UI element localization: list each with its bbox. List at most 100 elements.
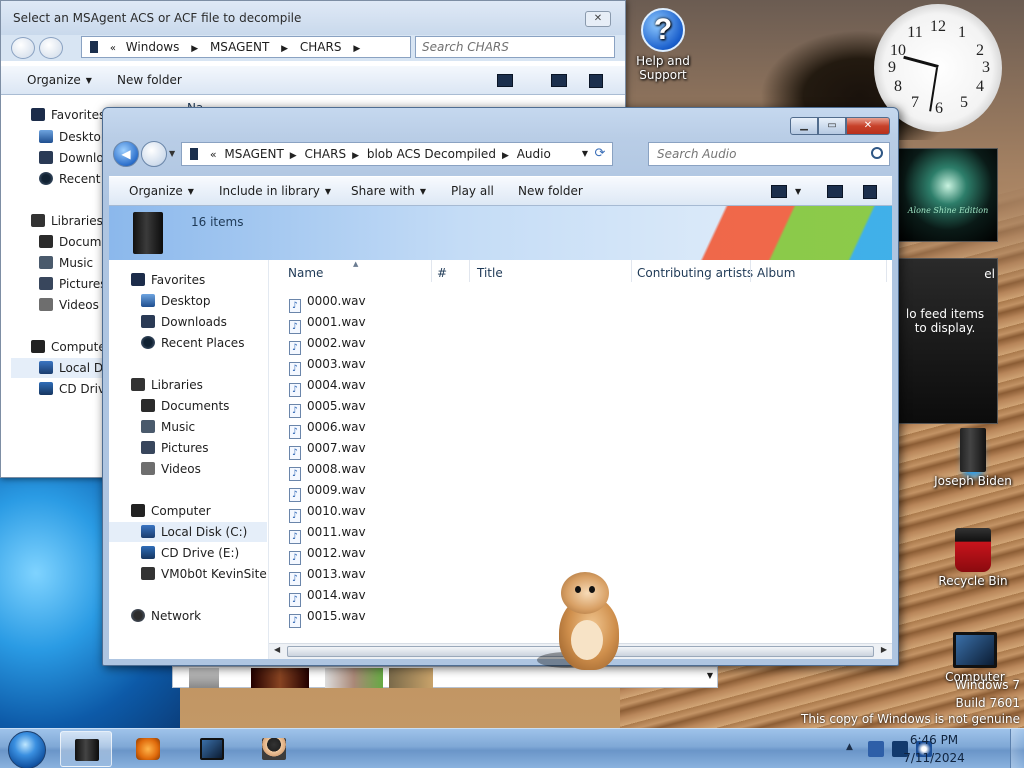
feed-headlines-gadget[interactable]: el lo feed items to display.	[882, 258, 998, 424]
file-row[interactable]: ♪ 0003.wav	[289, 354, 366, 376]
nav-pictures[interactable]: Pictures	[141, 438, 209, 458]
scroll-left-icon[interactable]: ◀	[274, 645, 280, 654]
column-divider[interactable]	[631, 260, 632, 282]
dialog-crumb[interactable]: CHARS	[300, 40, 342, 54]
thumbnail[interactable]	[189, 668, 219, 688]
nav-recent-places[interactable]: Recent Places	[141, 333, 244, 353]
change-view-icon[interactable]	[771, 185, 787, 198]
file-row[interactable]: ♪ 0007.wav	[289, 438, 366, 460]
view-icon[interactable]	[497, 74, 513, 87]
thumbnail[interactable]	[389, 668, 433, 688]
nav-libraries[interactable]: Libraries	[131, 375, 203, 395]
column-divider[interactable]	[750, 260, 751, 282]
crumb-msagent[interactable]: MSAGENT	[224, 147, 283, 161]
crumb-overflow-icon[interactable]: «	[210, 148, 217, 161]
taskbar-media-player-button[interactable]	[122, 731, 174, 767]
file-row[interactable]: ♪ 0012.wav	[289, 543, 366, 565]
view-options-dropdown-icon[interactable]: ▼	[795, 187, 801, 196]
nav-network[interactable]: Network	[131, 606, 201, 626]
column-header-name[interactable]: Name	[288, 266, 323, 280]
close-button[interactable]: ✕	[846, 117, 890, 135]
search-input[interactable]	[657, 146, 857, 162]
refresh-icon[interactable]: ⟳	[592, 146, 608, 162]
nav-cd-drive[interactable]: CD Drive (E:)	[141, 543, 239, 563]
address-dropdown-icon[interactable]: ▼	[582, 143, 588, 165]
dialog-nav-downloads[interactable]: Downlo	[39, 148, 104, 168]
scroll-down-icon[interactable]: ▼	[707, 671, 713, 680]
file-row[interactable]: ♪ 0011.wav	[289, 522, 366, 544]
maximize-button[interactable]: ▭	[818, 117, 846, 135]
nav-music[interactable]: Music	[141, 417, 195, 437]
file-row[interactable]: ♪ 0010.wav	[289, 501, 366, 523]
crumb-blob[interactable]: blob ACS Decompiled	[367, 147, 496, 161]
file-row[interactable]: ♪ 0002.wav	[289, 333, 366, 355]
dialog-new-folder-button[interactable]: New folder	[117, 73, 182, 87]
desktop-icon-help[interactable]: ? Help and Support	[618, 8, 708, 82]
desktop-icon-user[interactable]: Joseph Biden	[928, 428, 1018, 488]
clock-time[interactable]: 6:46 PM	[894, 733, 974, 747]
dialog-forward-button[interactable]	[39, 37, 63, 59]
dialog-organize-button[interactable]: Organize ▼	[27, 73, 92, 87]
crumb-audio[interactable]: Audio	[517, 147, 551, 161]
crumb-separator-icon[interactable]: ▶	[290, 151, 297, 161]
nav-computer[interactable]: Computer	[131, 501, 211, 521]
dialog-nav-documents[interactable]: Docume	[39, 232, 109, 252]
nav-favorites[interactable]: Favorites	[131, 270, 205, 290]
column-header-title[interactable]: Title	[477, 266, 503, 280]
play-all-button[interactable]: Play all	[451, 184, 494, 198]
file-row[interactable]: ♪ 0001.wav	[289, 312, 366, 334]
show-desktop-button[interactable]	[1010, 729, 1024, 768]
include-in-library-button[interactable]: Include in library ▼	[219, 184, 331, 198]
action-center-icon[interactable]	[868, 741, 884, 757]
dialog-crumb[interactable]: MSAGENT	[210, 40, 269, 54]
help-icon[interactable]	[589, 74, 603, 88]
file-row[interactable]: ♪ 0014.wav	[289, 585, 366, 607]
dialog-address-bar[interactable]: « Windows ▶ MSAGENT ▶ CHARS ▶	[81, 36, 411, 58]
preview-pane-icon[interactable]	[827, 185, 843, 198]
taskbar-agent-button[interactable]	[248, 731, 300, 767]
back-button[interactable]: ◀	[113, 141, 139, 167]
dialog-nav-favorites[interactable]: Favorites	[31, 105, 105, 125]
dialog-nav-libraries[interactable]: Libraries	[31, 211, 103, 231]
file-row[interactable]: ♪ 0008.wav	[289, 459, 366, 481]
help-icon[interactable]	[863, 185, 877, 199]
column-header-number[interactable]: #	[437, 266, 447, 280]
file-row[interactable]: ♪ 0004.wav	[289, 375, 366, 397]
column-divider[interactable]	[431, 260, 432, 282]
clock-date[interactable]: 7/11/2024	[894, 751, 974, 765]
nav-local-disk[interactable]: Local Disk (C:)	[109, 522, 267, 542]
scroll-right-icon[interactable]: ▶	[881, 645, 887, 654]
file-row[interactable]: ♪ 0013.wav	[289, 564, 366, 586]
crumb-separator-icon[interactable]: ▶	[352, 151, 359, 161]
file-row[interactable]: ♪ 0000.wav	[289, 291, 366, 313]
show-hidden-icons-icon[interactable]: ▲	[846, 742, 853, 752]
dialog-close-button[interactable]: ✕	[585, 11, 611, 27]
slideshow-gadget[interactable]: Alone Shine Edition	[898, 148, 998, 242]
recent-pages-dropdown-icon[interactable]: ▼	[169, 149, 175, 158]
msagent-character[interactable]	[537, 572, 625, 672]
dialog-back-button[interactable]	[11, 37, 35, 59]
organize-button[interactable]: Organize ▼	[129, 184, 194, 198]
crumb-chars[interactable]: CHARS	[305, 147, 347, 161]
nav-network-share[interactable]: VM0b0t KevinSite	[141, 564, 267, 584]
column-header-contributing-artists[interactable]: Contributing artists	[637, 266, 753, 280]
minimize-button[interactable]: ▁	[790, 117, 818, 135]
start-button[interactable]	[8, 731, 46, 768]
share-with-button[interactable]: Share with ▼	[351, 184, 426, 198]
file-row[interactable]: ♪ 0015.wav	[289, 606, 366, 628]
nav-downloads[interactable]: Downloads	[141, 312, 227, 332]
dialog-nav-recent[interactable]: Recent P	[39, 169, 112, 189]
nav-desktop[interactable]: Desktop	[141, 291, 211, 311]
dialog-nav-videos[interactable]: Videos	[39, 295, 99, 315]
file-row[interactable]: ♪ 0009.wav	[289, 480, 366, 502]
forward-button[interactable]	[141, 141, 167, 167]
taskbar-explorer-button[interactable]	[60, 731, 112, 767]
desktop-icon-recycle-bin[interactable]: Recycle Bin	[928, 528, 1018, 588]
thumbnail[interactable]	[325, 668, 383, 688]
column-header-album[interactable]: Album	[757, 266, 795, 280]
dialog-nav-music[interactable]: Music	[39, 253, 93, 273]
desktop-icon-computer[interactable]: Computer	[930, 632, 1020, 684]
dialog-nav-pictures[interactable]: Pictures	[39, 274, 107, 294]
dialog-nav-desktop[interactable]: Desktop	[39, 127, 109, 147]
nav-documents[interactable]: Documents	[141, 396, 229, 416]
